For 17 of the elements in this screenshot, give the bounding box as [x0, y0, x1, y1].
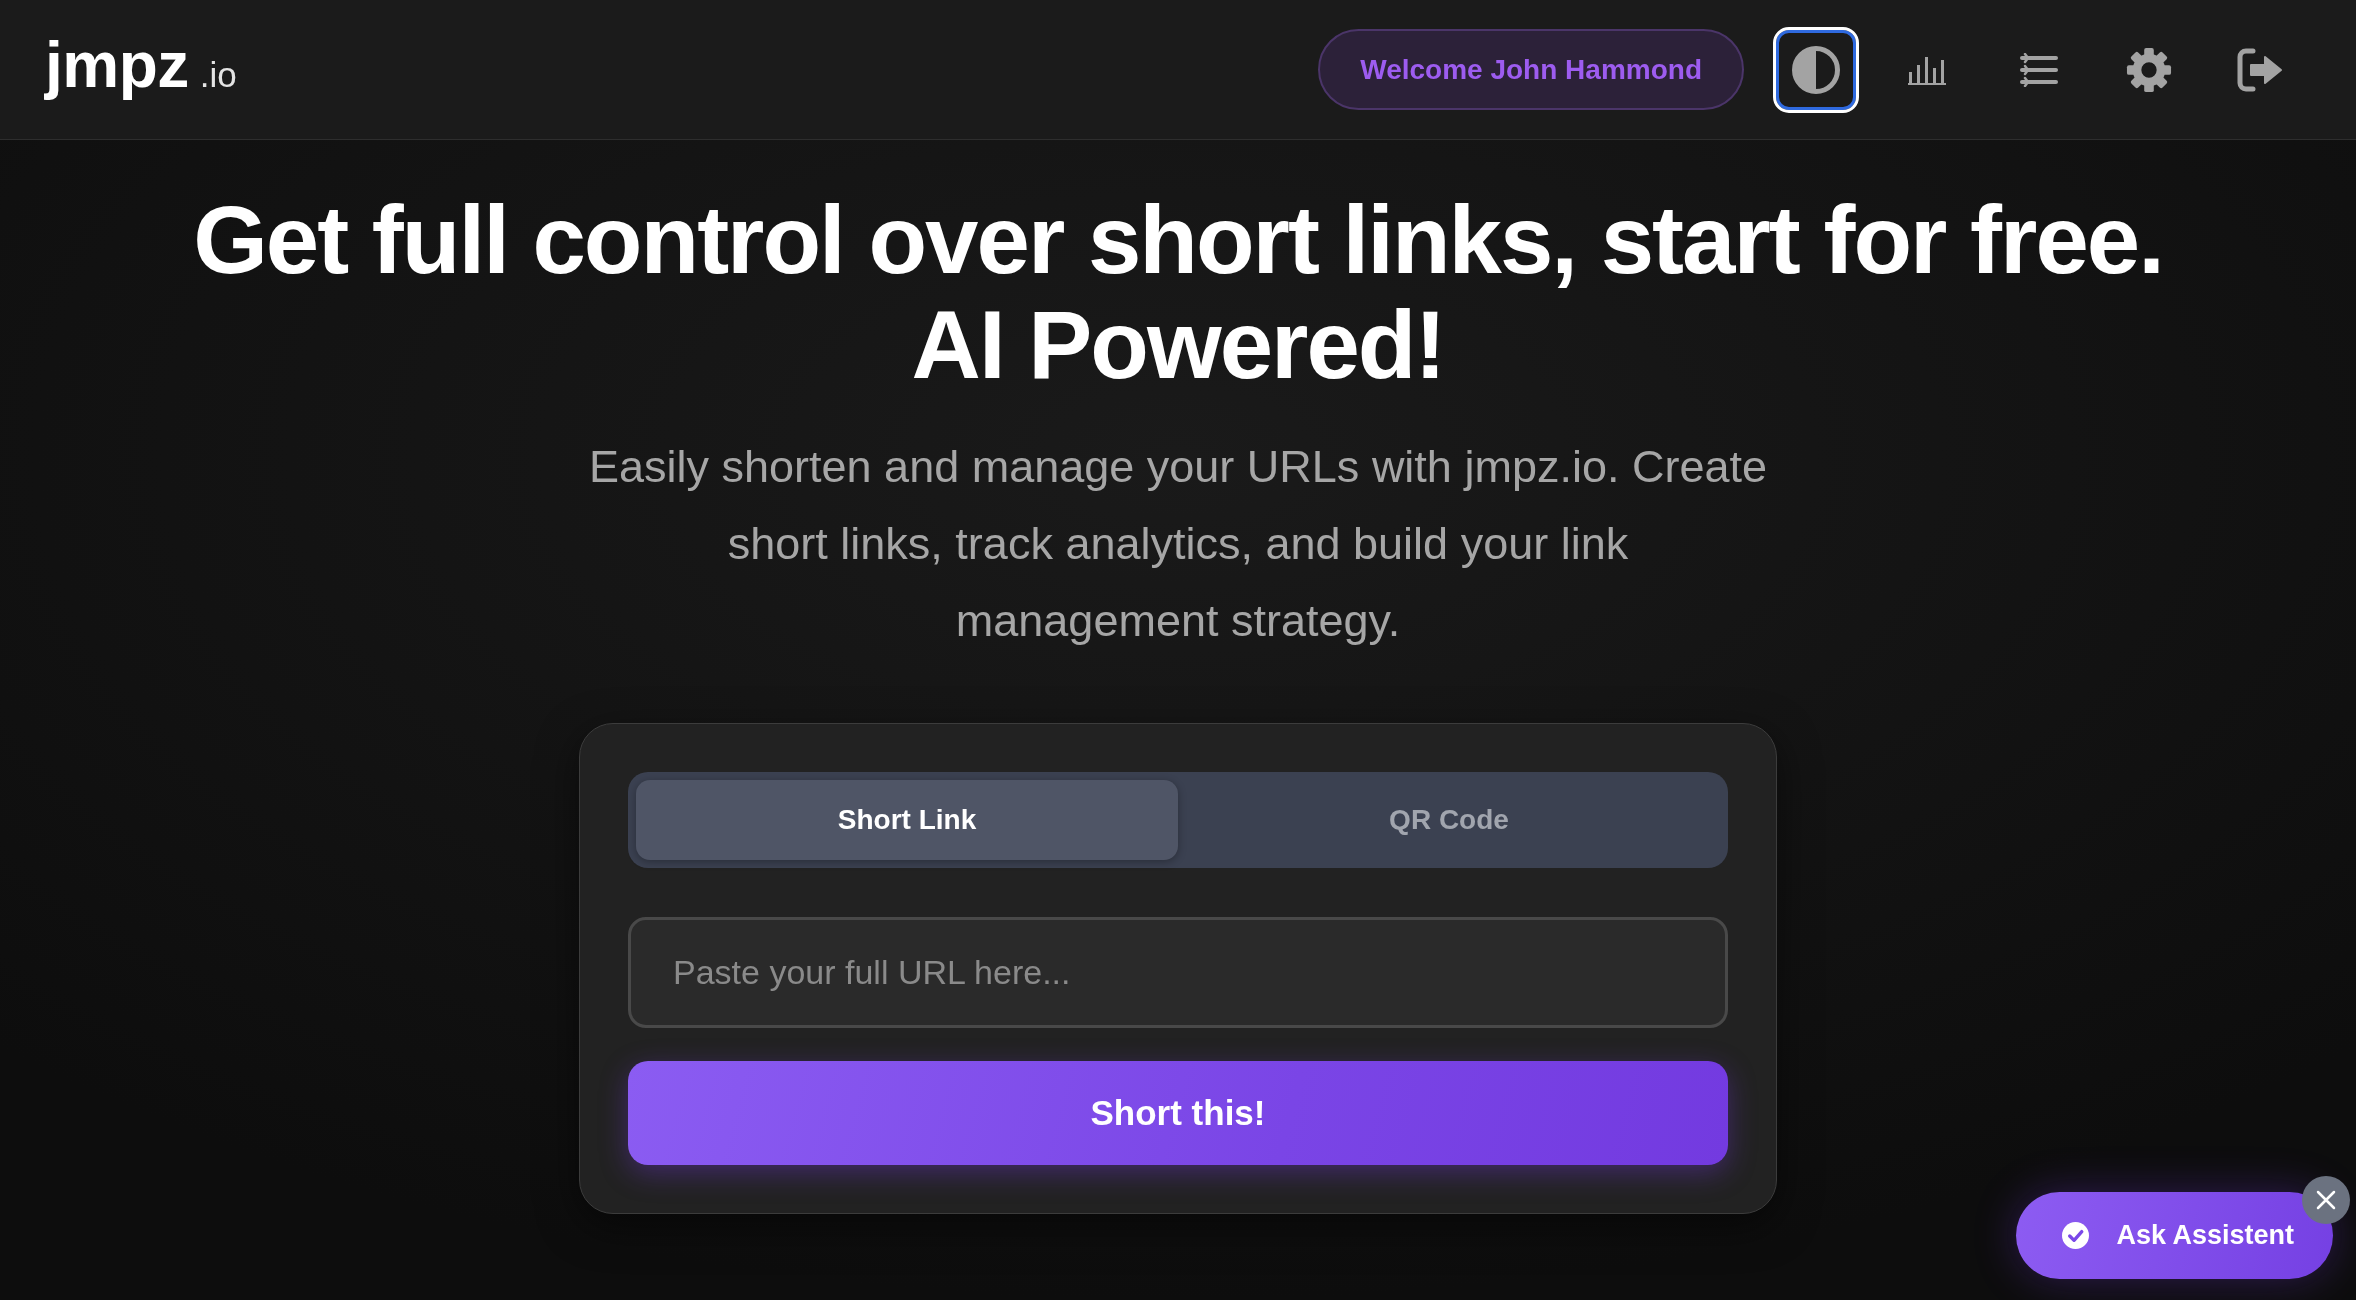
url-input[interactable]: Paste your full URL here...	[628, 917, 1728, 1028]
bar-chart-icon	[1908, 54, 1946, 85]
close-button[interactable]	[2302, 1176, 2350, 1224]
contrast-icon	[1792, 45, 1840, 94]
settings-icon	[2126, 46, 2172, 93]
check-circle-icon	[2062, 1222, 2090, 1249]
shorten-button[interactable]: Short this!	[628, 1061, 1728, 1165]
hero-title: Get full control over short links, start for free. AI Powered!	[192, 187, 2164, 397]
hero-subtitle: Easily shorten and manage your URLs with jmpz.io. Create short links, track analytics, and build your link management strategy.	[587, 440, 1768, 648]
logout-icon	[2236, 47, 2284, 92]
tab[interactable]: QR Code	[1178, 780, 1720, 860]
welcome-message: Welcome John Hammond	[1318, 29, 1744, 110]
tab[interactable]: Short Link	[636, 780, 1178, 860]
ask-assistant-button[interactable]: Ask Assistent	[2016, 1192, 2333, 1279]
close-icon	[2316, 1190, 2336, 1210]
list-icon	[2018, 52, 2058, 87]
theme-toggle-button[interactable]	[1773, 26, 1859, 113]
